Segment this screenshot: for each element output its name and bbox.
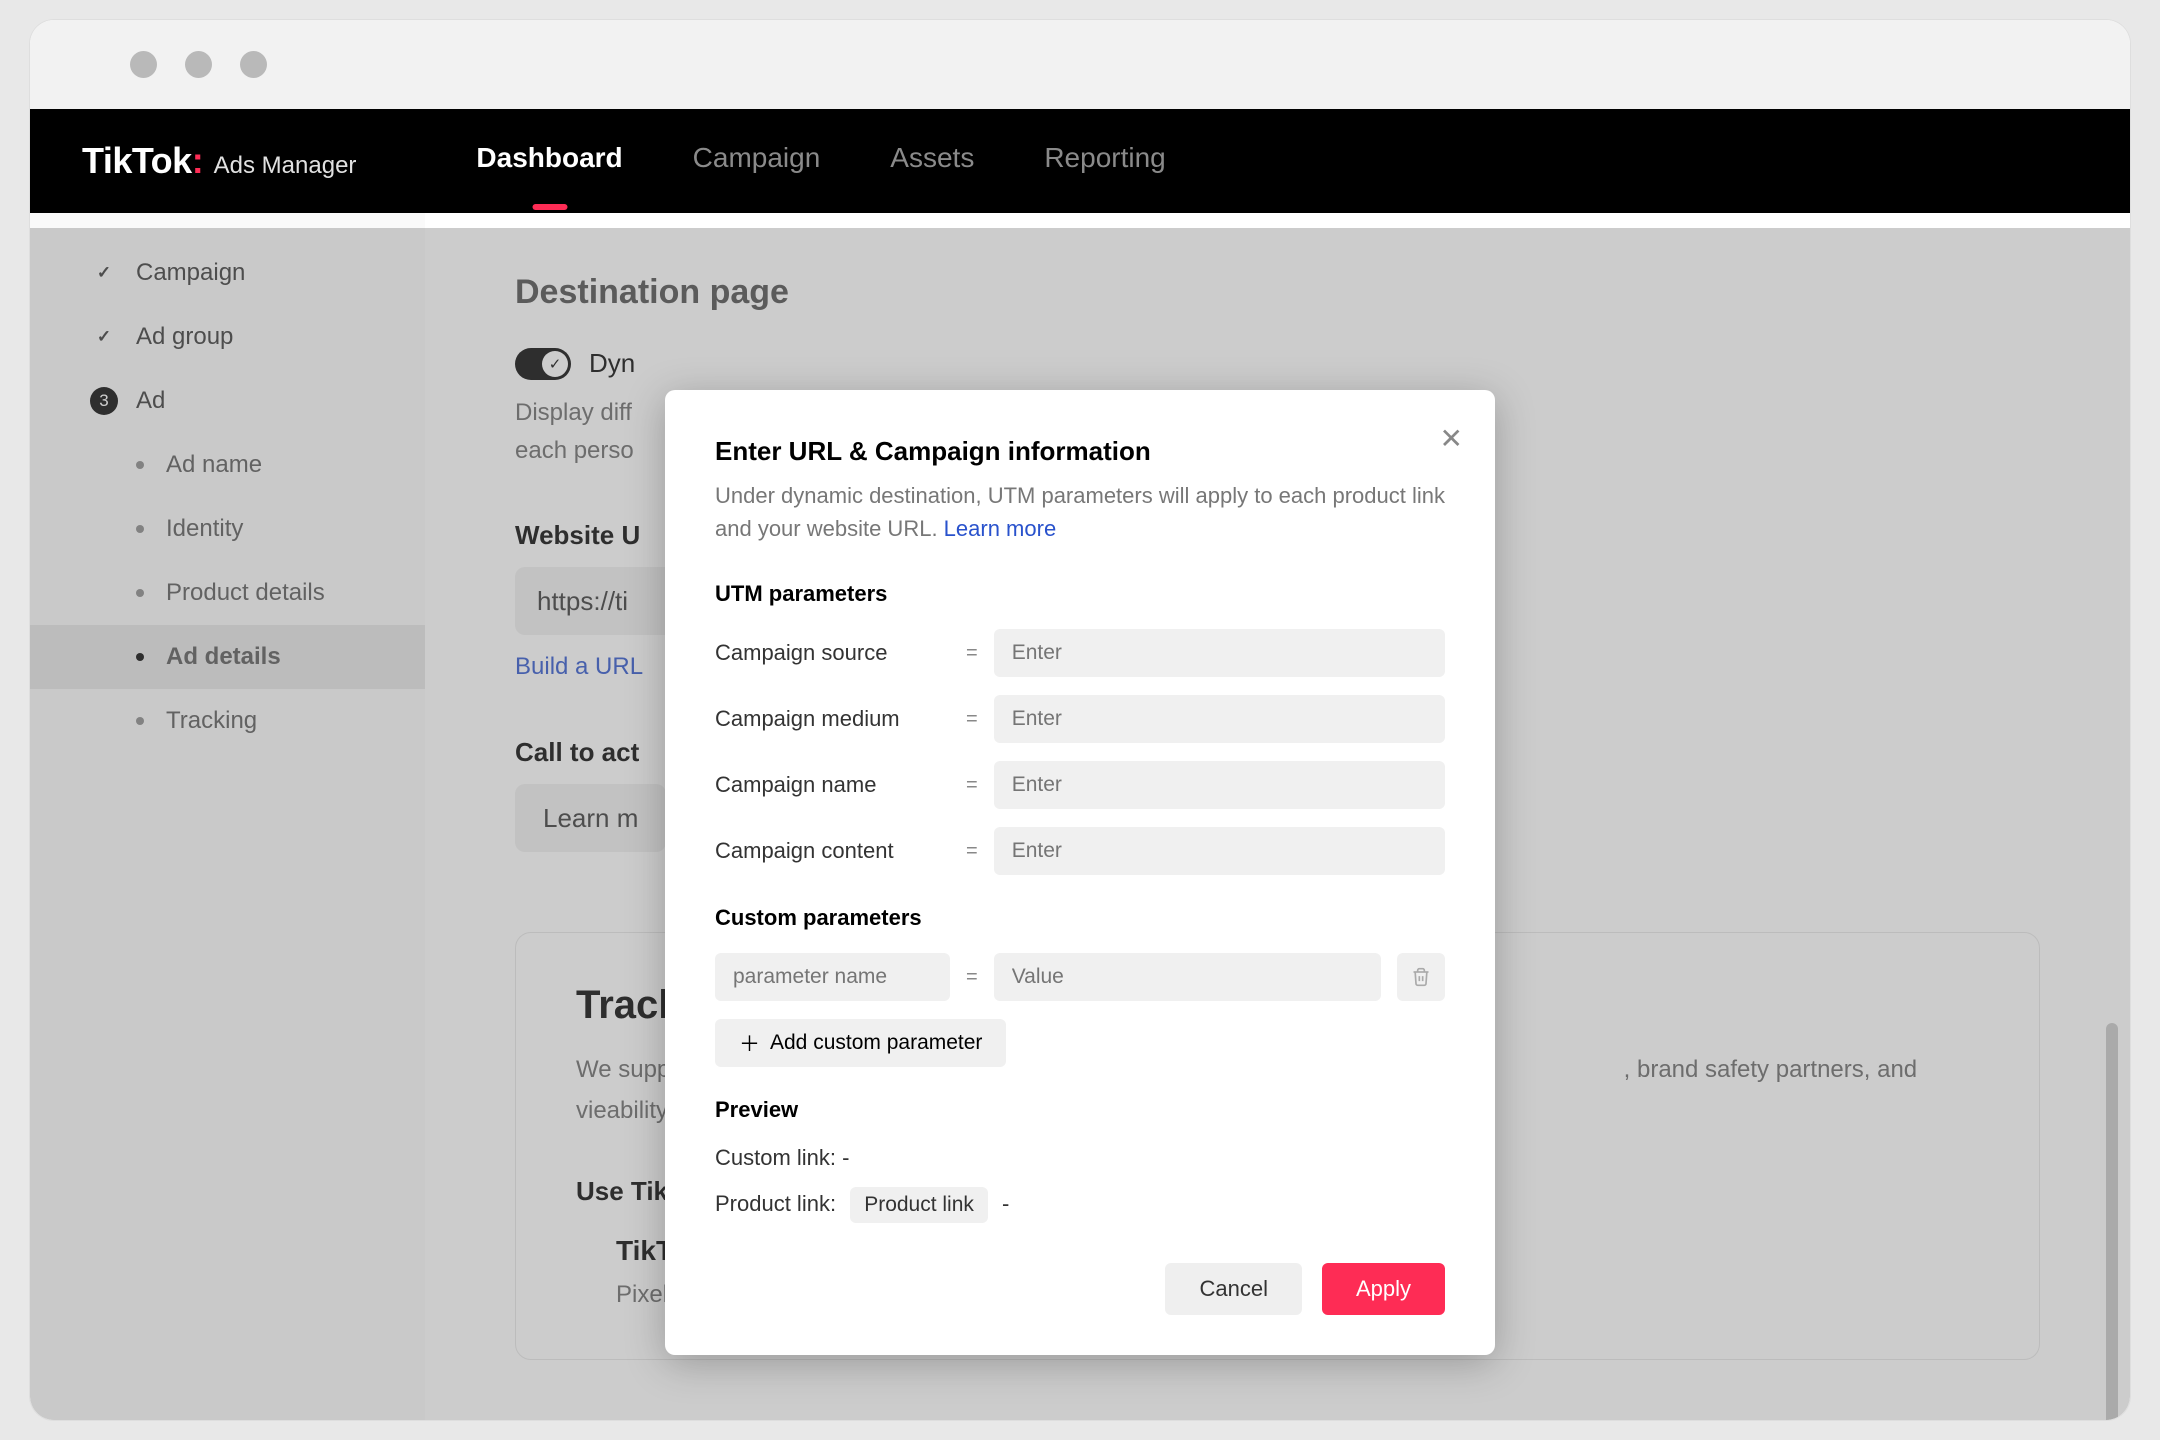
- logo-subtitle: Ads Manager: [214, 152, 357, 179]
- logo-text: TikTok: [82, 140, 192, 181]
- add-custom-param-button[interactable]: ＋ Add custom parameter: [715, 1019, 1006, 1067]
- window-dot[interactable]: [240, 51, 267, 78]
- custom-heading: Custom parameters: [715, 905, 1445, 931]
- param-label: Campaign source: [715, 640, 950, 666]
- utm-medium-input[interactable]: [994, 695, 1445, 743]
- close-icon[interactable]: ✕: [1440, 422, 1463, 455]
- modal-actions: Cancel Apply: [715, 1263, 1445, 1315]
- window-dot[interactable]: [185, 51, 212, 78]
- app-window: TikTok: Ads Manager Dashboard Campaign A…: [30, 20, 2130, 1420]
- window-dot[interactable]: [130, 51, 157, 78]
- utm-row-medium: Campaign medium =: [715, 695, 1445, 743]
- equals-sign: =: [966, 966, 978, 989]
- delete-param-button[interactable]: [1397, 953, 1445, 1001]
- top-nav: TikTok: Ads Manager Dashboard Campaign A…: [30, 109, 2130, 213]
- nav-campaign[interactable]: Campaign: [693, 142, 821, 180]
- equals-sign: =: [966, 708, 978, 731]
- window-chrome: [30, 20, 2130, 109]
- nav-assets[interactable]: Assets: [890, 142, 974, 180]
- custom-param-value-input[interactable]: [994, 953, 1381, 1001]
- equals-sign: =: [966, 642, 978, 665]
- utm-source-input[interactable]: [994, 629, 1445, 677]
- product-link-chip: Product link: [850, 1187, 988, 1223]
- custom-param-name-input[interactable]: [715, 953, 950, 1001]
- preview-heading: Preview: [715, 1097, 1445, 1123]
- plus-icon: ＋: [739, 1028, 760, 1058]
- utm-row-name: Campaign name =: [715, 761, 1445, 809]
- param-label: Campaign content: [715, 838, 950, 864]
- nav-dashboard[interactable]: Dashboard: [476, 142, 622, 180]
- url-campaign-modal: ✕ Enter URL & Campaign information Under…: [665, 390, 1495, 1355]
- cancel-button[interactable]: Cancel: [1165, 1263, 1301, 1315]
- trash-icon: [1411, 967, 1431, 987]
- preview-custom-link: Custom link: -: [715, 1145, 1445, 1171]
- nav-items: Dashboard Campaign Assets Reporting: [476, 142, 1165, 180]
- param-label: Campaign name: [715, 772, 950, 798]
- learn-more-link[interactable]: Learn more: [944, 516, 1057, 541]
- add-custom-label: Add custom parameter: [770, 1031, 982, 1055]
- equals-sign: =: [966, 840, 978, 863]
- apply-button[interactable]: Apply: [1322, 1263, 1445, 1315]
- custom-param-row: =: [715, 953, 1445, 1001]
- param-label: Campaign medium: [715, 706, 950, 732]
- equals-sign: =: [966, 774, 978, 797]
- preview-product-link: Product link: Product link -: [715, 1187, 1445, 1223]
- utm-row-content: Campaign content =: [715, 827, 1445, 875]
- logo: TikTok: Ads Manager: [82, 140, 356, 182]
- utm-content-input[interactable]: [994, 827, 1445, 875]
- utm-heading: UTM parameters: [715, 581, 1445, 607]
- nav-reporting[interactable]: Reporting: [1044, 142, 1165, 180]
- utm-row-source: Campaign source =: [715, 629, 1445, 677]
- utm-name-input[interactable]: [994, 761, 1445, 809]
- modal-subtitle: Under dynamic destination, UTM parameter…: [715, 479, 1445, 545]
- modal-title: Enter URL & Campaign information: [715, 436, 1445, 467]
